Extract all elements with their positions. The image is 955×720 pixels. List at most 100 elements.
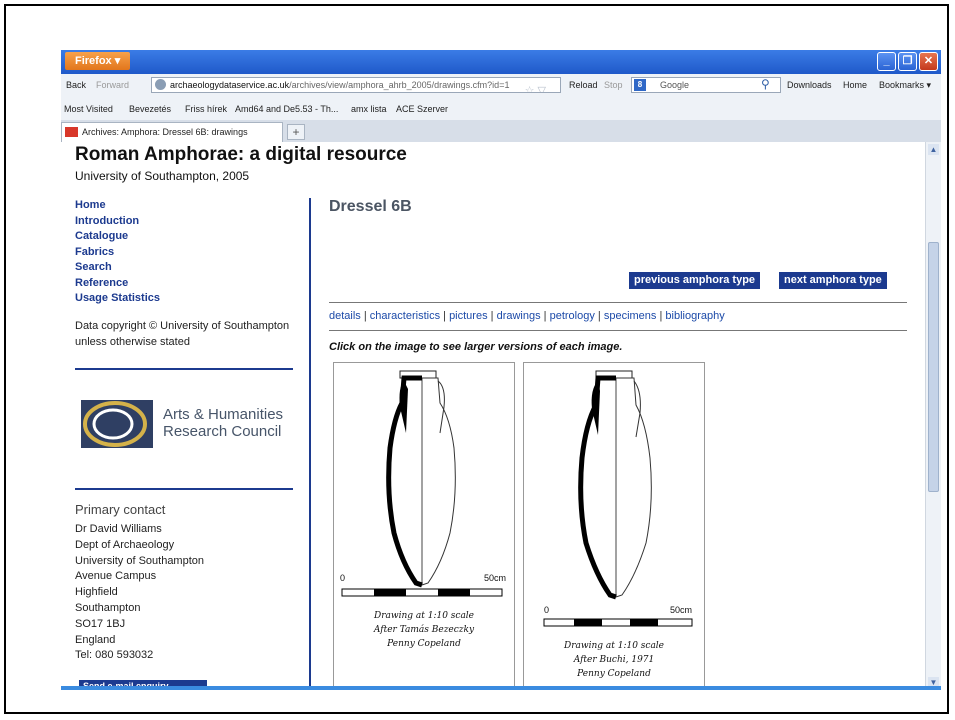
tab-pictures[interactable]: pictures [449, 310, 488, 322]
tab-strip: Archives: Amphora: Dressel 6B: drawings … [61, 120, 941, 142]
tab-bibliography[interactable]: bibliography [665, 310, 724, 322]
title-bar: Firefox ▾ _ ❐ ✕ [61, 50, 941, 74]
contact-details: Dr David Williams Dept of Archaeology Un… [75, 522, 204, 664]
scale-end-label: 50cm [670, 605, 693, 615]
amphora-drawing [386, 370, 456, 588]
sidebar-item-home[interactable]: Home [75, 198, 160, 214]
contact-line: Avenue Campus [75, 570, 157, 583]
sidebar-nav: Home Introduction Catalogue Fabrics Sear… [75, 198, 160, 307]
caption-line: After Buchi, 1971 [573, 655, 655, 665]
minimize-icon[interactable]: _ [877, 52, 896, 71]
caption-line: Drawing at 1:10 scale [563, 641, 665, 651]
ahrc-emblem-icon [81, 400, 153, 448]
sidebar-item-fabrics[interactable]: Fabrics [75, 245, 160, 261]
search-input[interactable]: 8 Google [631, 77, 781, 93]
bookmark-item[interactable]: Most Visited [64, 104, 113, 114]
scale-bar [543, 618, 693, 627]
scale-bar [341, 588, 503, 597]
tab-drawings[interactable]: drawings [497, 310, 541, 322]
url-bar[interactable]: archaeologydataservice.ac.uk/archives/vi… [151, 77, 561, 93]
firefox-menu-button[interactable]: Firefox ▾ [65, 52, 131, 70]
contact-line: SO17 1BJ [75, 617, 126, 630]
close-icon[interactable]: ✕ [919, 52, 938, 71]
bookmark-item[interactable]: amx lista [351, 104, 387, 114]
reload-button[interactable]: Reload [569, 80, 598, 90]
ahrc-logo[interactable]: Arts & Humanities Research Council [79, 394, 309, 454]
bookmark-item[interactable]: ACE Szerver [396, 104, 448, 114]
sidebar-item-reference[interactable]: Reference [75, 276, 160, 292]
bookmark-item[interactable]: Bevezetés [129, 104, 171, 114]
subnav-tabs: details | characteristics | pictures | d… [329, 310, 725, 322]
downloads-button[interactable]: Downloads [787, 80, 832, 90]
caption-line: Penny Copeland [577, 669, 651, 679]
home-button[interactable]: Home [843, 80, 867, 90]
copyright-notice: Data copyright © University of Southampt… [75, 320, 290, 348]
next-type-button[interactable]: next amphora type [779, 272, 887, 289]
previous-type-button[interactable]: previous amphora type [629, 272, 761, 289]
navigation-toolbar: Back Forward archaeologydataservice.ac.u… [61, 74, 941, 99]
stop-button[interactable]: Stop [604, 80, 623, 90]
firefox-menu-label: Firefox [75, 55, 112, 67]
drawing-thumbnail-1[interactable]: 0 50cm Drawing at 1:10 scale After Tamás… [333, 362, 515, 690]
bookmark-item[interactable]: Amd64 and De5.53 - Th... [235, 104, 338, 114]
url-domain: archaeologydataservice.ac.uk [170, 80, 290, 90]
window-controls: _ ❐ ✕ [877, 52, 938, 71]
search-engine-label: Google [660, 80, 690, 90]
caption-line: Penny Copeland [387, 639, 461, 649]
url-path: /archives/view/amphora_ahrb_2005/drawing… [289, 80, 510, 90]
tab-specimens[interactable]: specimens [604, 310, 657, 322]
back-button[interactable]: Back [66, 80, 86, 90]
page-title: Dressel 6B [329, 198, 412, 215]
scrollbar-thumb[interactable] [928, 242, 939, 492]
contact-heading: Primary contact [75, 502, 166, 517]
site-identity-icon[interactable] [155, 79, 166, 90]
bookmarks-label: Bookmarks [879, 80, 925, 90]
sidebar-item-search[interactable]: Search [75, 260, 160, 276]
browser-window: Firefox ▾ _ ❐ ✕ Back Forward archaeology… [61, 50, 941, 690]
taskbar-edge [61, 686, 941, 690]
bookmarks-menu[interactable]: Bookmarks ▾ [879, 80, 931, 91]
contact-line: Highfield [75, 586, 118, 599]
divider [329, 302, 907, 303]
drawing-caption: Drawing at 1:10 scale After Buchi, 1971 … [524, 639, 704, 681]
restore-icon[interactable]: ❐ [898, 52, 917, 71]
contact-line: Tel: 080 593032 [75, 649, 154, 662]
contact-line: Dr David Williams [75, 523, 162, 535]
scale-start-label: 0 [544, 605, 550, 615]
search-magnifier-icon[interactable]: ⚲ [761, 77, 770, 91]
drawing-thumbnail-2[interactable]: 0 50cm Drawing at 1:10 scale After Buchi… [523, 362, 705, 690]
search-engine-icon[interactable]: 8 [634, 79, 646, 91]
tab-active[interactable]: Archives: Amphora: Dressel 6B: drawings [61, 122, 283, 142]
caption-line: Drawing at 1:10 scale [373, 611, 475, 621]
contact-line: University of Southampton [75, 554, 205, 567]
forward-button[interactable]: Forward [96, 80, 129, 90]
sidebar-item-introduction[interactable]: Introduction [75, 214, 160, 230]
favicon-icon [65, 127, 78, 137]
drawing-caption: Drawing at 1:10 scale After Tamás Bezecz… [334, 609, 514, 651]
vertical-scrollbar[interactable]: ▲ ▼ [925, 142, 941, 690]
scale-end-label: 50cm [484, 573, 507, 583]
scroll-up-icon[interactable]: ▲ [928, 144, 939, 155]
contact-line: England [75, 633, 116, 646]
page-content: Roman Amphorae: a digital resource Unive… [61, 142, 925, 690]
bookmark-star-icon[interactable]: ☆ ▽ [525, 84, 546, 92]
ahrc-line-1: Arts & Humanities [163, 406, 284, 423]
bookmark-item[interactable]: Friss hírek [185, 104, 227, 114]
ahrc-text: Arts & Humanities Research Council [163, 406, 283, 440]
contact-line: Dept of Archaeology [75, 538, 175, 551]
bookmarks-toolbar: Most Visited Bevezetés Friss hírek Amd64… [61, 98, 941, 121]
site-title: Roman Amphorae: a digital resource [75, 144, 407, 165]
tab-details[interactable]: details [329, 310, 361, 322]
tab-petrology[interactable]: petrology [550, 310, 595, 322]
divider [329, 330, 907, 331]
new-tab-icon[interactable]: + [287, 124, 305, 140]
sidebar-item-catalogue[interactable]: Catalogue [75, 229, 160, 245]
sidebar-item-usage-statistics[interactable]: Usage Statistics [75, 291, 160, 307]
scale-start-label: 0 [340, 573, 346, 583]
divider [75, 488, 293, 490]
tab-characteristics[interactable]: characteristics [370, 310, 440, 322]
tab-title: Archives: Amphora: Dressel 6B: drawings [82, 127, 248, 137]
caption-line: After Tamás Bezeczky [373, 625, 475, 635]
ahrc-line-2: Research Council [163, 423, 282, 440]
contact-line: Southampton [75, 601, 141, 614]
